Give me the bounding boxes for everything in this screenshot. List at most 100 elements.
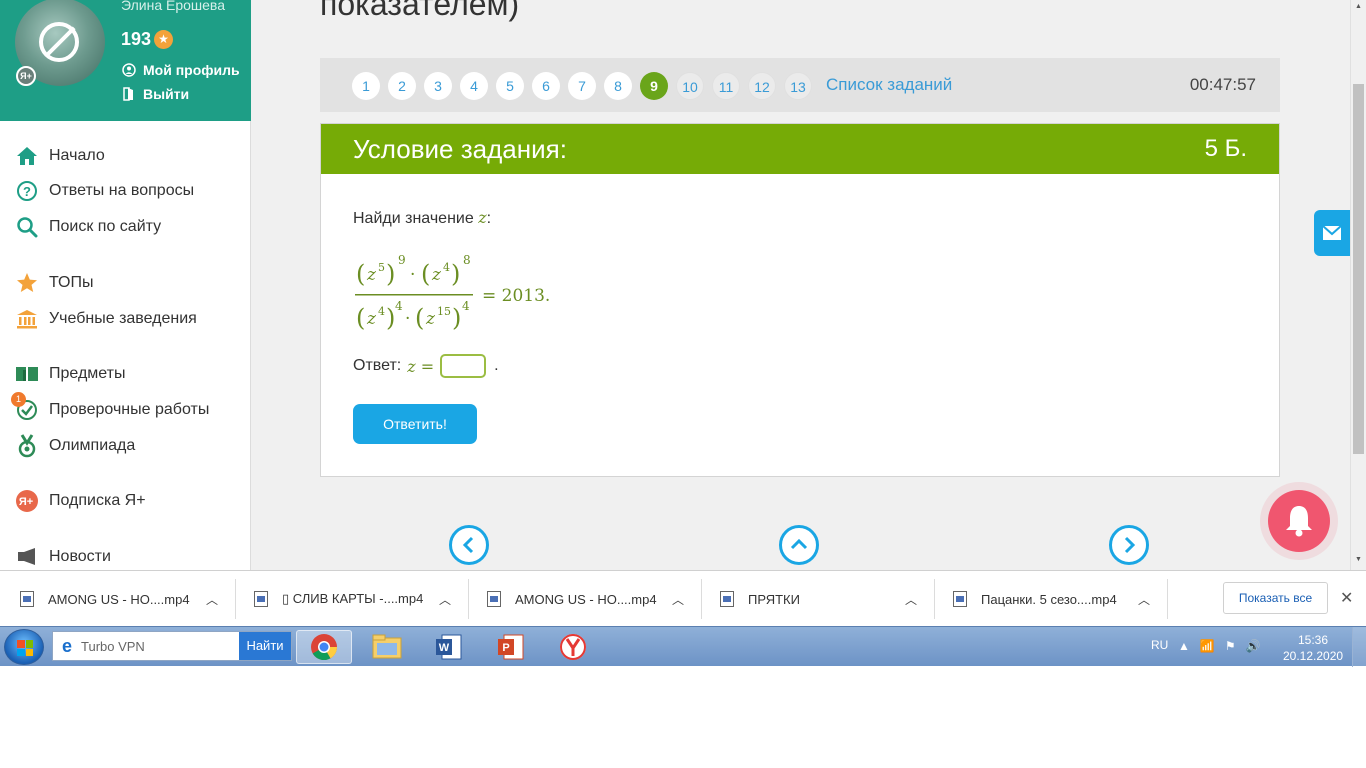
download-item[interactable]: Пацанки. 5 сезо....mp4 <box>953 579 1117 619</box>
download-item[interactable]: ▯ СЛИВ КАРТЫ -....mp4 <box>254 579 423 619</box>
task-number-7[interactable]: 7 <box>568 72 596 100</box>
paren-open: ( <box>415 304 424 332</box>
chevron-up-icon[interactable]: ︿ <box>206 591 218 608</box>
avatar-emblem <box>39 22 79 62</box>
taskbar-yandex-browser[interactable] <box>545 630 601 664</box>
close-icon[interactable]: ✕ <box>1340 588 1353 608</box>
paren-close: ) <box>452 304 461 332</box>
chrome-icon <box>311 634 338 661</box>
chevron-up-icon[interactable]: ︿ <box>1138 591 1150 608</box>
chevron-left-icon <box>462 536 474 554</box>
chevron-up-icon[interactable]: ︿ <box>672 591 684 608</box>
sidebar-item-tops[interactable]: ТОПы <box>15 270 94 296</box>
sidebar-item-home[interactable]: Начало <box>15 143 105 169</box>
answer-suffix: . <box>494 357 499 374</box>
taskbar-word[interactable]: W <box>421 630 477 664</box>
yaplus-badge: Я+ <box>16 66 36 86</box>
task-number-9-current[interactable]: 9 <box>640 72 668 100</box>
task-number-6[interactable]: 6 <box>532 72 560 100</box>
next-task-button[interactable] <box>1109 525 1149 565</box>
download-filename: AMONG US - HO....mp4 <box>48 591 190 607</box>
download-filename: Пацанки. 5 сезо....mp4 <box>981 591 1117 607</box>
show-all-downloads-button[interactable]: Показать все <box>1223 582 1328 614</box>
sidebar-item-olympiad[interactable]: Олимпиада <box>15 433 135 459</box>
scroll-down-arrow-icon[interactable]: ▼ <box>1355 556 1362 563</box>
task-number-5[interactable]: 5 <box>496 72 524 100</box>
timer: 00:47:57 <box>1189 75 1256 94</box>
submit-answer-button[interactable]: Ответить! <box>353 404 477 444</box>
den-a-inner-exp: 4 <box>378 305 385 318</box>
task-number-3[interactable]: 3 <box>424 72 452 100</box>
scroll-up-arrow-icon[interactable]: ▲ <box>1355 3 1362 10</box>
taskbar-search-button[interactable]: Найти <box>239 632 291 660</box>
scroll-thumb[interactable] <box>1353 84 1364 454</box>
logout-link[interactable]: Выйти <box>122 86 189 102</box>
sidebar-item-subscription[interactable]: Я+ Подписка Я+ <box>15 488 146 514</box>
yaplus-icon: Я+ <box>15 489 39 513</box>
powerpoint-icon: P <box>498 634 524 660</box>
task-number-1[interactable]: 1 <box>352 72 380 100</box>
profile-name[interactable]: Элина Ерошева <box>121 0 225 13</box>
sidebar-item-tests[interactable]: 1 Проверочные работы <box>11 392 209 423</box>
check-circle-icon: 1 <box>11 392 39 422</box>
taskbar-powerpoint[interactable]: P <box>483 630 539 664</box>
sidebar-item-institutions[interactable]: Учебные заведения <box>15 306 197 332</box>
answer-input[interactable] <box>440 354 487 378</box>
action-center-flag-icon[interactable]: ⚑ <box>1225 639 1236 653</box>
task-points: 5 Б. <box>1204 135 1247 162</box>
show-desktop-button[interactable] <box>1352 627 1366 667</box>
taskbar-explorer[interactable] <box>359 630 415 664</box>
yandex-browser-icon <box>560 634 586 660</box>
chevron-up-icon[interactable]: ︿ <box>439 591 451 608</box>
system-clock[interactable]: 15:36 20.12.2020 <box>1283 632 1343 664</box>
svg-text:W: W <box>439 642 450 654</box>
download-item[interactable]: ПРЯТКИ <box>720 579 800 619</box>
task-number-12[interactable]: 12 <box>748 72 776 100</box>
task-number-10[interactable]: 10 <box>676 72 704 100</box>
logout-label: Выйти <box>143 86 190 102</box>
input-language-indicator[interactable]: RU <box>1151 638 1168 652</box>
download-item[interactable]: AMONG US - HO....mp4 <box>20 579 190 619</box>
task-list-link[interactable]: Список заданий <box>826 75 952 95</box>
download-filename: AMONG US - HO....mp4 <box>515 591 657 607</box>
download-filename: ПРЯТКИ <box>748 591 800 607</box>
sidebar-item-label: Ответы на вопросы <box>49 182 195 199</box>
task-number-11[interactable]: 11 <box>712 72 740 100</box>
page-title: показателем) <box>320 0 520 22</box>
task-number-13[interactable]: 13 <box>784 72 812 100</box>
page-scrollbar[interactable]: ▲ ▼ <box>1350 0 1366 570</box>
taskbar-chrome[interactable] <box>296 630 352 664</box>
feedback-mail-button[interactable] <box>1314 210 1350 256</box>
windows-logo-icon <box>17 640 33 656</box>
task-number-2[interactable]: 2 <box>388 72 416 100</box>
sidebar-item-label: Предметы <box>49 365 126 382</box>
sidebar-item-answers[interactable]: ? Ответы на вопросы <box>15 178 194 204</box>
my-profile-link[interactable]: Мой профиль <box>122 62 240 78</box>
tray-expand-icon[interactable]: ▲ <box>1178 639 1190 653</box>
den-a-base: z <box>366 309 377 329</box>
multiply-dot: · <box>410 265 415 285</box>
task-number-8[interactable]: 8 <box>604 72 632 100</box>
start-button[interactable] <box>4 629 44 665</box>
points-count: 193 <box>121 29 152 49</box>
network-signal-icon[interactable]: 📶 <box>1200 639 1215 653</box>
taskbar-search-input[interactable]: Turbo VPN <box>81 639 239 654</box>
sidebar-item-subjects[interactable]: Предметы <box>15 361 125 387</box>
scroll-top-button[interactable] <box>779 525 819 565</box>
paren-open: ( <box>356 304 365 332</box>
word-icon: W <box>436 634 462 660</box>
math-formula: ( z 5 ) 9 · ( z 4 ) 8 ( z 4) 4 · (z 15… <box>355 253 550 332</box>
sidebar-item-search[interactable]: Поиск по сайту <box>15 214 161 240</box>
sidebar-item-news[interactable]: Новости <box>15 544 111 570</box>
download-item[interactable]: AMONG US - HO....mp4 <box>487 579 657 619</box>
paren-close: ) <box>386 304 395 332</box>
previous-task-button[interactable] <box>449 525 489 565</box>
fraction-bar <box>355 294 473 296</box>
browser-viewport: Я+ Элина Ерошева 193 ★ Мой профиль Выйти… <box>0 0 1350 570</box>
divider <box>1167 579 1168 619</box>
notifications-bell-button[interactable] <box>1268 490 1330 552</box>
volume-icon[interactable]: 🔊 <box>1246 639 1261 653</box>
task-number-4[interactable]: 4 <box>460 72 488 100</box>
question-circle-icon: ? <box>15 179 39 203</box>
chevron-up-icon[interactable]: ︿ <box>905 591 917 608</box>
